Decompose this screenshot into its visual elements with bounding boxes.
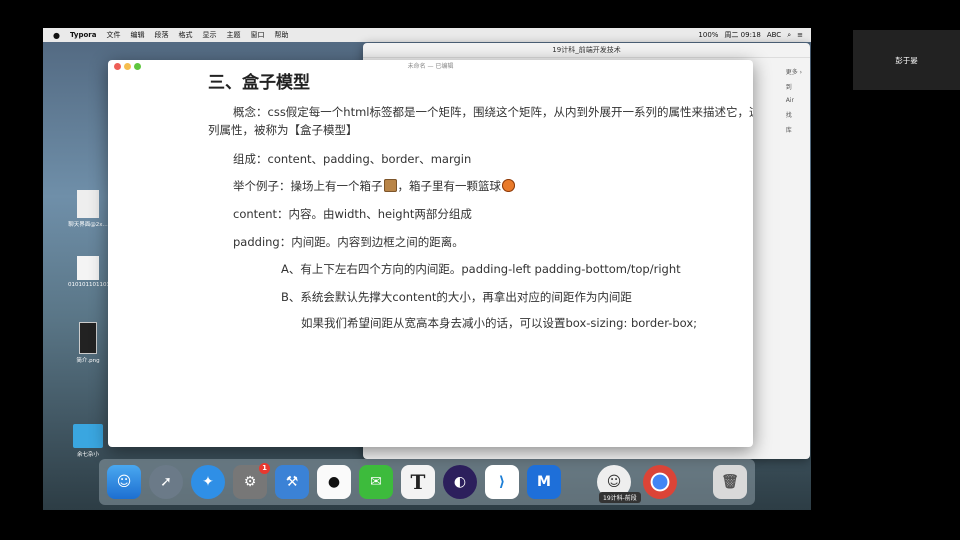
desktop-icon-label: 0101011011034431711361 [68, 282, 145, 288]
trash-icon[interactable]: 🗑 [713, 465, 747, 499]
launchpad-icon[interactable]: ➚ [149, 465, 183, 499]
document-title: 未命名 — 已编辑 [407, 63, 454, 70]
phone-image-icon [79, 322, 97, 354]
more-link[interactable]: 更多 › [786, 67, 802, 76]
background-window-side: 更多 › 到 Air 找 库 [786, 67, 802, 140]
desktop-icon-folder[interactable]: 余七杂小 [68, 424, 108, 458]
example-paragraph: 举个例子：操场上有一个箱子 ，箱子里有一颗篮球 [233, 177, 516, 195]
concept-line-2: 列属性，被称为【盒子模型】 [208, 123, 358, 137]
menu-window[interactable]: 窗口 [251, 30, 265, 40]
box-icon [383, 179, 397, 192]
desktop-icon-label: 余七杂小 [76, 452, 99, 458]
side-item: 找 [785, 112, 792, 119]
menu-theme[interactable]: 主题 [227, 30, 241, 40]
box-sizing-tip: 如果我们希望间距从宽高本身去减小的话，可以设置box-sizing: borde… [301, 316, 698, 330]
basketball-icon [502, 179, 515, 192]
battery-status[interactable]: 100% [698, 31, 718, 39]
vscode-icon[interactable]: ⟩ [485, 465, 519, 499]
padding-paragraph: padding：内间距。内容到边框之间的距离。 [233, 235, 464, 249]
side-item: 库 [785, 127, 792, 134]
menu-file[interactable]: 文件 [107, 30, 121, 40]
desktop-icon-label: 简介.png [76, 358, 100, 364]
folder-icon [73, 424, 103, 448]
participant-tile[interactable]: 彭于晏 [853, 30, 960, 90]
chrome-icon[interactable] [643, 465, 677, 499]
tencent-meeting-icon[interactable]: M [527, 465, 561, 499]
concept-line-1: 概念：css假定每一个html标签都是一个矩阵，围绕这个矩阵，从内到外展开一系列… [233, 105, 753, 119]
example-text-pre: 举个例子：操场上有一个箱子 [233, 179, 383, 193]
typora-icon[interactable]: T [401, 465, 435, 499]
input-source[interactable]: ABC [767, 31, 781, 39]
app-name[interactable]: Typora [70, 31, 97, 39]
window-titlebar: 未命名 — 已编辑 [108, 60, 753, 72]
image-file-icon [77, 190, 99, 218]
qq-icon[interactable]: ● [317, 465, 351, 499]
dock-tooltip: 19计科-前段 [599, 492, 641, 503]
clock[interactable]: 周二 09:18 [724, 30, 760, 40]
desktop-icon-pdf[interactable]: 0101011011034431711361 [68, 256, 145, 288]
background-window-title: 19计科_前端开发技术 [363, 43, 810, 58]
eclipse-icon[interactable]: ◐ [443, 465, 477, 499]
wechat-icon[interactable]: ✉ [359, 465, 393, 499]
side-item: 到 [785, 84, 792, 91]
list-icon[interactable]: ≡ [797, 31, 803, 39]
dock: ☺ ➚ ✦ ⚙ 1 ⚒ ● ✉ T ◐ ⟩ M ☺ 🗑 19计科-前段 [99, 459, 755, 505]
desktop-screen: ● Typora 文件 编辑 段落 格式 显示 主题 窗口 帮助 100% 周二… [43, 28, 811, 510]
padding-item-a: A、有上下左右四个方向的内间距。padding-left padding-bot… [281, 262, 681, 276]
desktop-icon-png[interactable]: 简介.png [68, 322, 108, 364]
menu-bar: ● Typora 文件 编辑 段落 格式 显示 主题 窗口 帮助 100% 周二… [43, 28, 811, 42]
menu-format[interactable]: 格式 [179, 30, 193, 40]
side-item: Air [785, 97, 794, 104]
desktop-icon-file[interactable]: 聊天界面@2x... [68, 190, 108, 228]
menu-edit[interactable]: 编辑 [131, 30, 145, 40]
finder-icon[interactable]: ☺ [107, 465, 141, 499]
apple-icon[interactable]: ● [53, 31, 60, 40]
system-preferences-icon[interactable]: ⚙ 1 [233, 463, 270, 499]
menu-help[interactable]: 帮助 [275, 30, 289, 40]
notification-badge: 1 [259, 463, 270, 474]
desktop-icon-label: 聊天界面@2x... [68, 222, 108, 228]
composition-paragraph: 组成：content、padding、border、margin [233, 152, 472, 166]
xcode-icon[interactable]: ⚒ [275, 465, 309, 499]
menu-paragraph[interactable]: 段落 [155, 30, 169, 40]
pdf-file-icon [77, 256, 99, 280]
safari-icon[interactable]: ✦ [191, 465, 225, 499]
typora-window[interactable]: 未命名 — 已编辑 三、盒子模型 概念：css假定每一个html标签都是一个矩阵… [108, 60, 753, 447]
participant-name: 彭于晏 [895, 55, 918, 65]
padding-item-b: B、系统会默认先撑大content的大小，再拿出对应的间距作为内间距 [281, 290, 632, 304]
example-text-mid: ，箱子里有一颗篮球 [397, 179, 502, 193]
content-paragraph: content：内容。由width、height两部分组成 [233, 207, 472, 221]
menu-view[interactable]: 显示 [203, 30, 217, 40]
spotlight-icon[interactable]: ⌕ [787, 31, 791, 40]
section-heading: 三、盒子模型 [208, 73, 310, 93]
